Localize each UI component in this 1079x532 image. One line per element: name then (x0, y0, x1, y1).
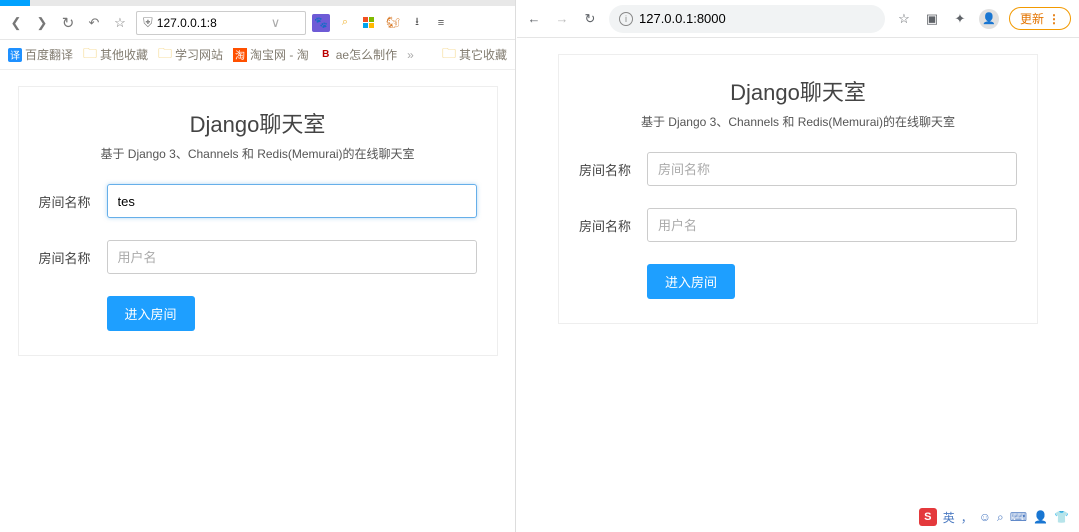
room-name-input[interactable] (107, 184, 477, 218)
microsoft-icon[interactable] (360, 14, 378, 32)
browser-window-left: ❮ ❯ ↻ ↶ ☆ ⛨ ∨ 🐾 ⌕ 🐿 ⭳ ≡ 译百度翻译 🗀其他收藏 🗀学习网… (0, 0, 516, 532)
browser-window-right: ← → ↻ i ☆ ▣ ✦ 👤 更新⋮ Django聊天室 基于 Django … (517, 0, 1079, 532)
room-label: 房间名称 (39, 192, 107, 211)
bookmark-study[interactable]: 🗀学习网站 (158, 43, 223, 67)
toolbar: ← → ↻ i ☆ ▣ ✦ 👤 更新⋮ (517, 0, 1079, 38)
address-bar[interactable]: ⛨ ∨ (136, 11, 306, 35)
room-row: 房间名称 (39, 184, 477, 218)
star-icon[interactable]: ☆ (895, 11, 913, 27)
undo-button[interactable]: ↶ (84, 15, 104, 31)
page-title: Django聊天室 (39, 107, 477, 139)
profile-avatar[interactable]: 👤 (979, 9, 999, 29)
ime-language[interactable]: 英 (943, 509, 955, 526)
forward-button[interactable]: → (553, 11, 571, 26)
chat-card: Django聊天室 基于 Django 3、Channels 和 Redis(M… (18, 86, 498, 356)
back-button[interactable]: ← (525, 11, 543, 26)
user-label: 房间名称 (579, 216, 647, 235)
reload-button[interactable]: ↻ (581, 11, 599, 27)
url-input[interactable] (639, 11, 875, 26)
room-name-input[interactable] (647, 152, 1017, 186)
bookmark-taobao[interactable]: 淘淘宝网 - 淘 (233, 46, 309, 63)
chat-card: Django聊天室 基于 Django 3、Channels 和 Redis(M… (558, 54, 1038, 324)
ime-bar: S 英 ， ☺ ⌕ ⌨ 👤 👕 (919, 508, 1069, 526)
room-row: 房间名称 (579, 152, 1017, 186)
ime-shirt-icon[interactable]: 👕 (1054, 510, 1069, 524)
page-viewport: Django聊天室 基于 Django 3、Channels 和 Redis(M… (517, 38, 1079, 532)
extensions-icon[interactable]: ✦ (951, 11, 969, 27)
search-icon[interactable]: ⌕ (336, 14, 354, 32)
user-label: 房间名称 (39, 248, 107, 267)
back-button[interactable]: ❮ (6, 15, 26, 31)
reader-icon[interactable]: ▣ (923, 11, 941, 27)
url-input[interactable] (157, 16, 267, 30)
toolbar-actions: ☆ ▣ ✦ 👤 更新⋮ (895, 7, 1071, 30)
bookmark-ae[interactable]: Bae怎么制作 (319, 46, 397, 63)
ime-mic-icon[interactable]: ⌕ (997, 510, 1004, 525)
address-bar[interactable]: i (609, 5, 885, 33)
info-icon[interactable]: i (619, 12, 633, 26)
toolbar: ❮ ❯ ↻ ↶ ☆ ⛨ ∨ 🐾 ⌕ 🐿 ⭳ ≡ (0, 6, 515, 40)
ime-keyboard-icon[interactable]: ⌨ (1010, 510, 1027, 524)
dropdown-icon[interactable]: ∨ (271, 15, 281, 31)
page-subtitle: 基于 Django 3、Channels 和 Redis(Memurai)的在线… (579, 113, 1017, 130)
download-icon[interactable]: ⭳ (408, 14, 426, 32)
paw-icon[interactable]: 🐾 (312, 14, 330, 32)
update-button[interactable]: 更新⋮ (1009, 7, 1071, 30)
page-viewport: Django聊天室 基于 Django 3、Channels 和 Redis(M… (0, 70, 515, 532)
user-row: 房间名称 (579, 208, 1017, 242)
squirrel-icon[interactable]: 🐿 (384, 14, 402, 32)
shield-icon: ⛨ (143, 15, 153, 31)
ime-emoji-icon[interactable]: ☺ (979, 510, 991, 524)
page-subtitle: 基于 Django 3、Channels 和 Redis(Memurai)的在线… (39, 145, 477, 162)
menu-icon[interactable]: ≡ (432, 14, 450, 32)
enter-room-button[interactable]: 进入房间 (647, 264, 735, 299)
username-input[interactable] (107, 240, 477, 274)
user-row: 房间名称 (39, 240, 477, 274)
ime-skin-icon[interactable]: 👤 (1033, 510, 1048, 524)
reload-button[interactable]: ↻ (58, 14, 78, 32)
ime-comma-icon[interactable]: ， (961, 509, 973, 526)
more-icon: ⋮ (1048, 12, 1060, 26)
forward-button[interactable]: ❯ (32, 15, 52, 31)
star-button[interactable]: ☆ (110, 15, 130, 31)
bookmark-other-favs[interactable]: 🗀其他收藏 (83, 43, 148, 67)
room-label: 房间名称 (579, 160, 647, 179)
sogou-logo-icon[interactable]: S (919, 508, 937, 526)
bookmark-baidu-translate[interactable]: 译百度翻译 (8, 46, 73, 63)
page-title: Django聊天室 (579, 75, 1017, 107)
bookmarks-bar: 译百度翻译 🗀其他收藏 🗀学习网站 淘淘宝网 - 淘 Bae怎么制作 » 🗀其它… (0, 40, 515, 70)
bookmark-more[interactable]: » (407, 48, 414, 62)
bookmark-other-collection[interactable]: 🗀其它收藏 (442, 43, 507, 67)
enter-room-button[interactable]: 进入房间 (107, 296, 195, 331)
username-input[interactable] (647, 208, 1017, 242)
